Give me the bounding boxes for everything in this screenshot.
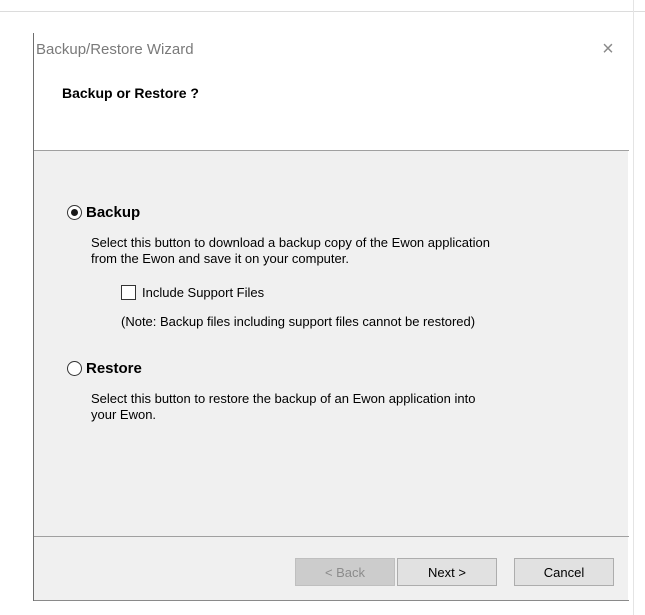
header-panel: Backup/Restore Wizard × Backup or Restor… [34,33,629,151]
screen: Backup/Restore Wizard × Backup or Restor… [0,0,645,615]
backup-radio-option[interactable]: Backup [67,204,140,221]
backup-radio-label[interactable]: Backup [86,204,140,221]
dialog-bottom-border [34,600,629,601]
restore-radio-button[interactable] [67,361,82,376]
restore-description: Select this button to restore the backup… [91,391,475,423]
page-title: Backup or Restore ? [62,85,199,101]
header-divider [34,150,629,151]
restore-description-line-2: your Ewon. [91,407,157,422]
backup-note: (Note: Backup files including support fi… [121,314,476,329]
backup-radio-button[interactable] [67,205,82,220]
backup-description-line-2: from the Ewon and save it on your comput… [91,251,349,266]
restore-radio-label[interactable]: Restore [86,360,142,377]
restore-description-line-1: Select this button to restore the backup… [91,391,476,406]
close-icon: × [602,38,614,60]
footer-divider [34,536,629,537]
wizard-dialog: Backup/Restore Wizard × Backup or Restor… [33,33,629,601]
back-button[interactable]: < Back [295,558,395,586]
include-support-files-option[interactable]: Include Support Files [121,285,264,300]
include-support-files-label[interactable]: Include Support Files [142,285,264,300]
cancel-button[interactable]: Cancel [514,558,614,586]
restore-radio-option[interactable]: Restore [67,360,142,377]
close-button[interactable]: × [596,37,620,61]
include-support-files-checkbox[interactable] [121,285,136,300]
backup-description: Select this button to download a backup … [91,235,490,267]
window-edge-top [0,11,645,12]
window-title: Backup/Restore Wizard [36,41,194,58]
next-button[interactable]: Next > [397,558,497,586]
window-edge-right [633,0,634,615]
backup-description-line-1: Select this button to download a backup … [91,235,490,250]
